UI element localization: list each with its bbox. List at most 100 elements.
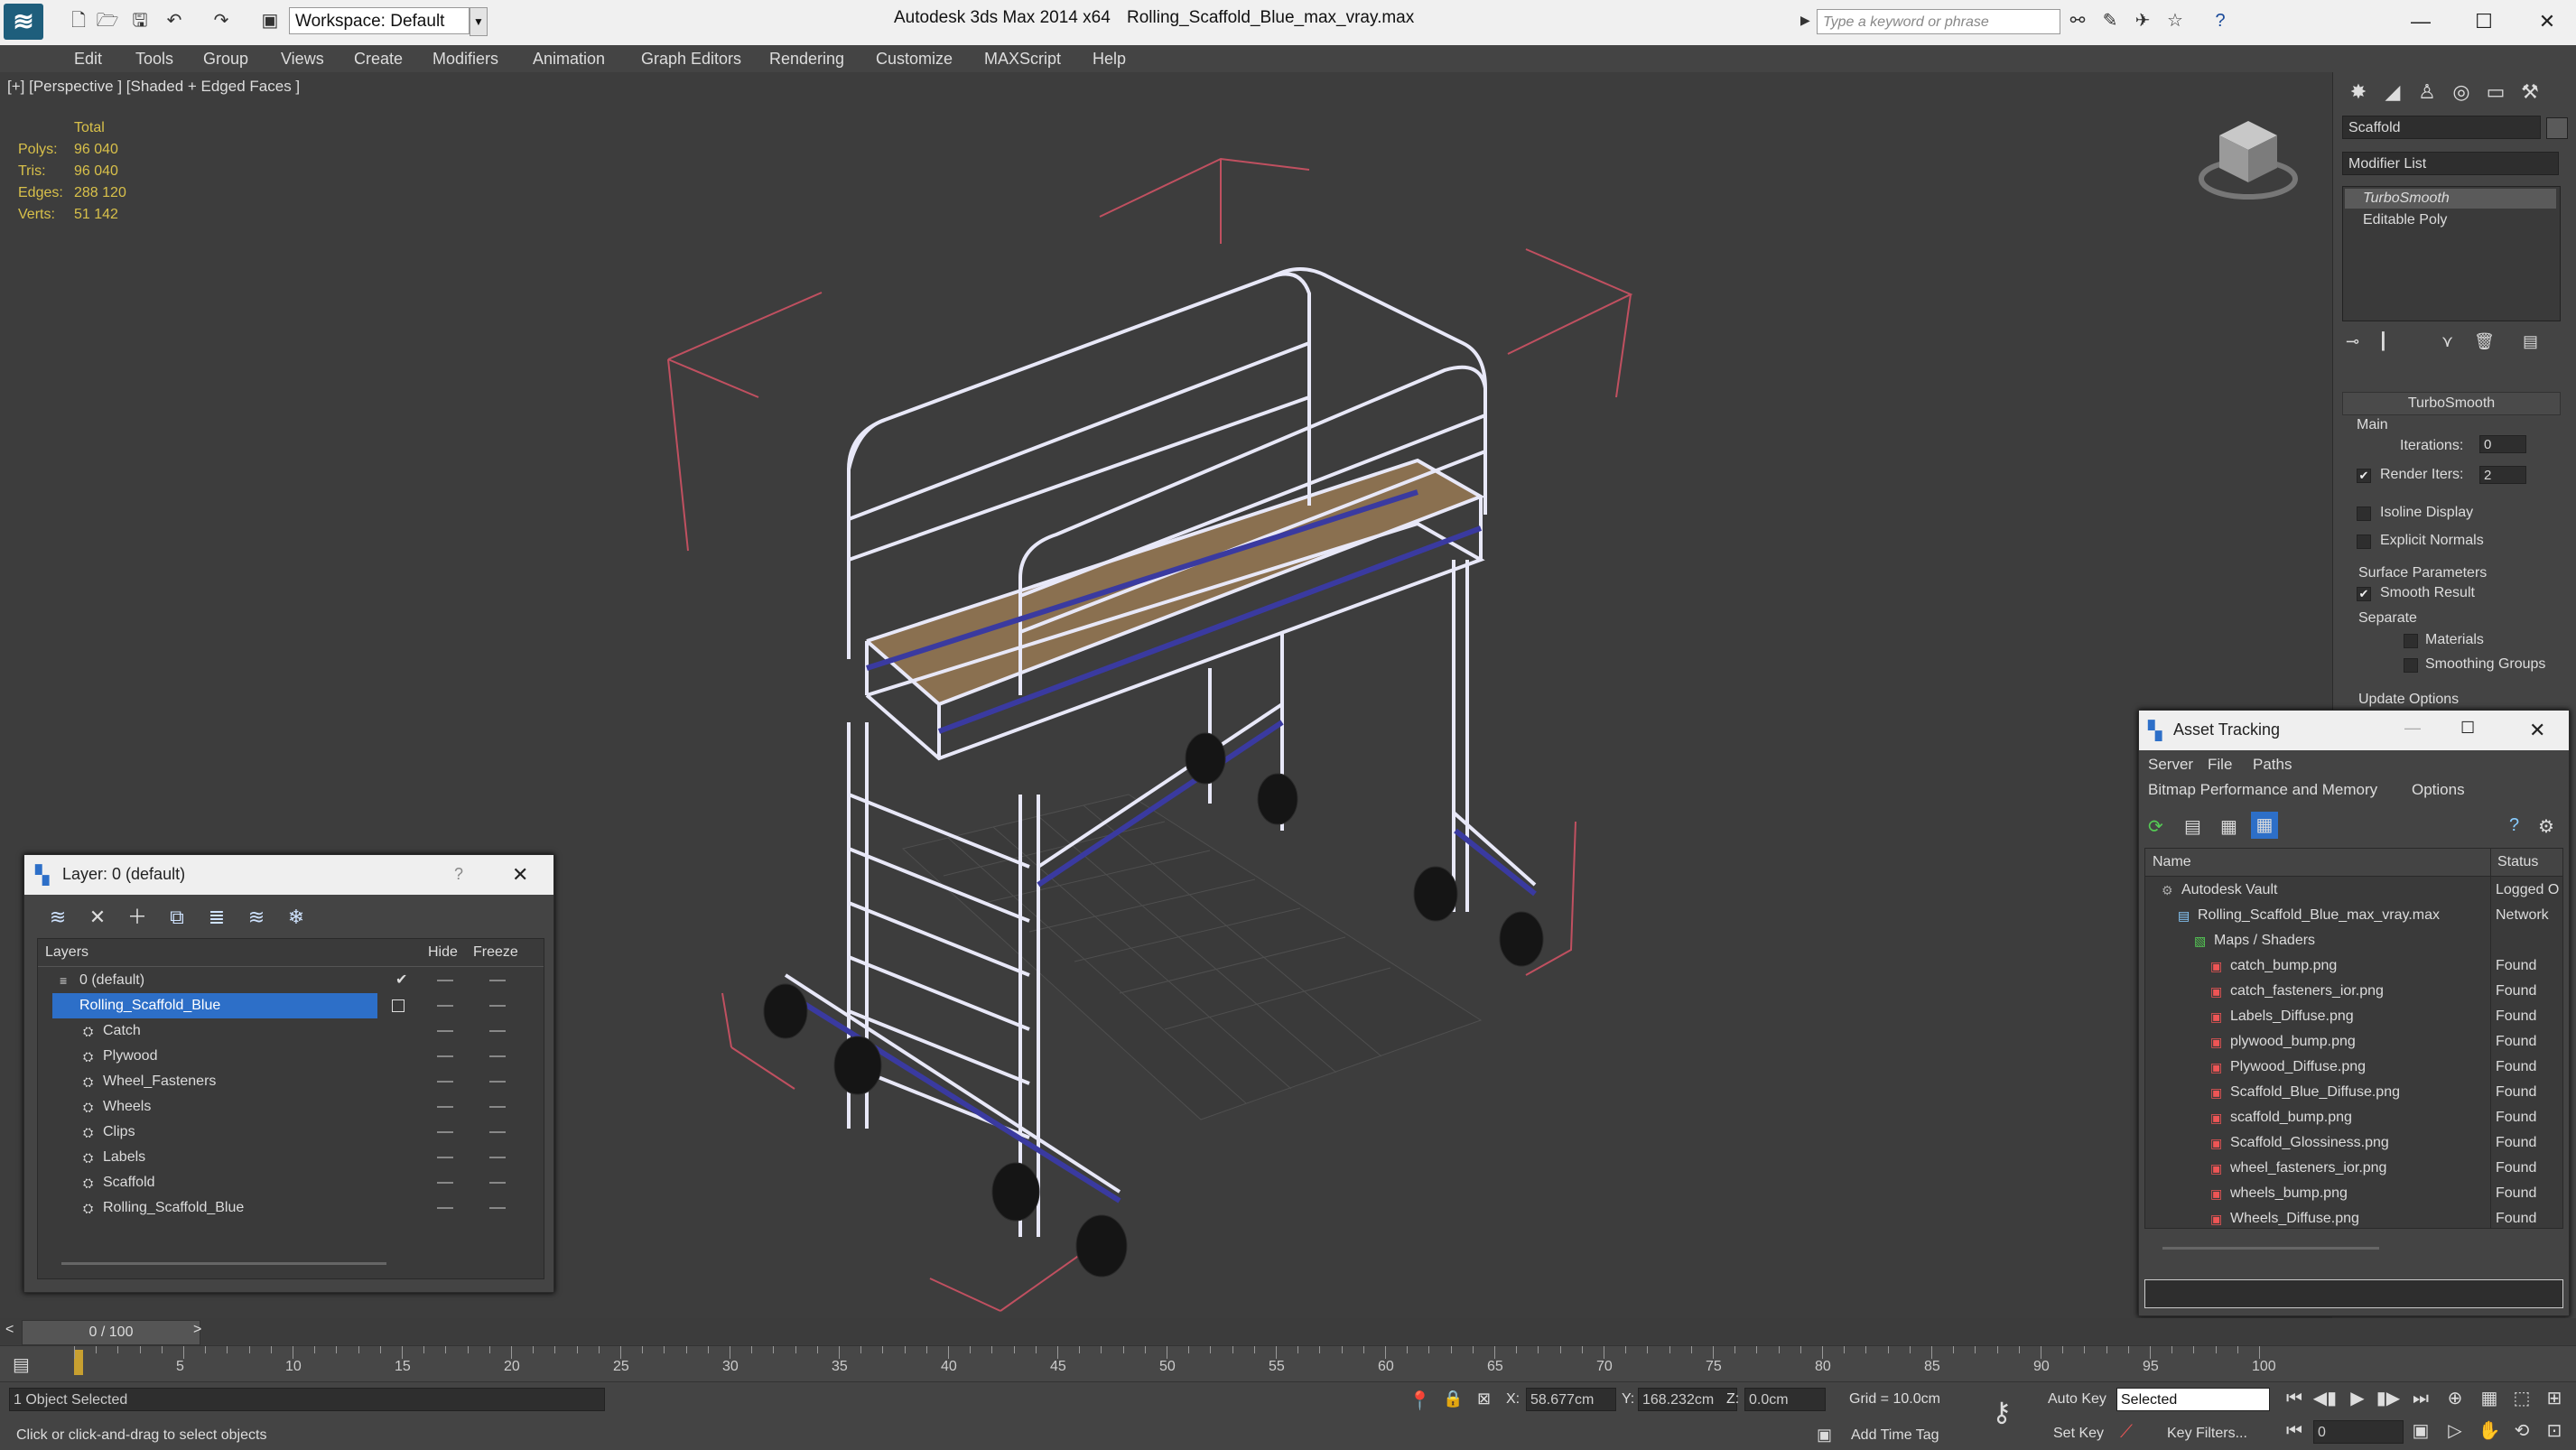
asset-row[interactable]: ▣ Scaffold_Glossiness.png Found bbox=[2145, 1130, 2562, 1156]
mini-curve-editor-icon[interactable]: ▤ bbox=[13, 1353, 30, 1376]
subscription-icon[interactable]: ✎ bbox=[2098, 9, 2122, 33]
iterations-spinner[interactable]: 0 bbox=[2479, 435, 2526, 453]
asset-name[interactable]: plywood_bump.png bbox=[2230, 1029, 2356, 1055]
asset-name[interactable]: Scaffold_Glossiness.png bbox=[2230, 1130, 2389, 1156]
play-icon[interactable]: ▶ bbox=[2344, 1386, 2371, 1411]
pan-icon[interactable]: ✋ bbox=[2476, 1418, 2503, 1444]
turbosmooth-rollout-header[interactable]: TurboSmooth bbox=[2342, 392, 2561, 415]
layer-name[interactable]: Scaffold bbox=[103, 1170, 161, 1195]
layer-row[interactable]: ≡ 0 (default) ✔ bbox=[38, 968, 544, 993]
freeze-toggle[interactable] bbox=[489, 1207, 506, 1209]
layer-row[interactable]: ⛭ Catch bbox=[38, 1018, 544, 1044]
hierarchy-tab-icon[interactable]: ♙ bbox=[2411, 78, 2443, 107]
close-icon[interactable]: ✕ bbox=[512, 863, 528, 887]
help-icon[interactable]: ? bbox=[2509, 815, 2519, 836]
minimize-icon[interactable]: — bbox=[2389, 4, 2452, 40]
layer-row[interactable]: ⛭ Wheels bbox=[38, 1094, 544, 1120]
asset-row[interactable]: ▧ Maps / Shaders bbox=[2145, 928, 2562, 953]
y-coordinate-field[interactable]: 168.232cm bbox=[1638, 1388, 1737, 1411]
maximize-icon[interactable]: ☐ bbox=[2460, 719, 2475, 738]
asset-name[interactable]: scaffold_bump.png bbox=[2230, 1105, 2352, 1130]
project-folder-icon[interactable]: ▣ bbox=[258, 9, 282, 33]
column-freeze[interactable]: Freeze bbox=[473, 944, 518, 961]
search-input[interactable]: Type a keyword or phrase bbox=[1817, 9, 2060, 34]
create-layer-icon[interactable]: ≋ bbox=[42, 902, 73, 933]
layer-name[interactable]: Plywood bbox=[103, 1044, 163, 1069]
table-view-icon[interactable]: ▦ bbox=[2220, 815, 2237, 838]
asset-name[interactable]: Plywood_Diffuse.png bbox=[2230, 1055, 2366, 1080]
key-icon[interactable]: ⚷ bbox=[1992, 1397, 2012, 1428]
hide-toggle[interactable] bbox=[437, 980, 453, 981]
freeze-toggle[interactable] bbox=[489, 1030, 506, 1032]
layer-name[interactable]: Rolling_Scaffold_Blue bbox=[52, 993, 377, 1018]
isolate-icon[interactable]: 📍 bbox=[1409, 1390, 1431, 1412]
materials-checkbox[interactable] bbox=[2404, 634, 2418, 648]
zoom-region-icon[interactable]: ⬚ bbox=[2508, 1386, 2535, 1411]
lock-selection-icon[interactable]: 🔒 bbox=[1443, 1390, 1463, 1408]
create-tab-icon[interactable]: ✸ bbox=[2342, 78, 2375, 107]
layer-name[interactable]: Wheels bbox=[103, 1094, 156, 1120]
menu-server[interactable]: Server bbox=[2148, 756, 2193, 774]
smoothing-groups-checkbox[interactable] bbox=[2404, 658, 2418, 673]
go-to-start-icon[interactable]: ⏮ bbox=[2281, 1386, 2308, 1411]
menu-animation[interactable]: Animation bbox=[533, 45, 605, 72]
asset-row[interactable]: ▣ Labels_Diffuse.png Found bbox=[2145, 1004, 2562, 1029]
menu-options[interactable]: Options bbox=[2412, 781, 2465, 799]
object-name-field[interactable]: Scaffold bbox=[2342, 116, 2541, 139]
isoline-display-checkbox[interactable] bbox=[2357, 507, 2371, 521]
time-config-icon[interactable]: ▣ bbox=[2407, 1418, 2434, 1444]
asset-row[interactable]: ▤ Rolling_Scaffold_Blue_max_vray.max Netwo… bbox=[2145, 903, 2562, 928]
zoom-extents-icon[interactable]: ▦ bbox=[2476, 1386, 2503, 1411]
column-name[interactable]: Name bbox=[2153, 854, 2191, 870]
menu-bitmap-performance[interactable]: Bitmap Performance and Memory bbox=[2148, 781, 2377, 799]
freeze-toggle[interactable] bbox=[489, 1081, 506, 1083]
freeze-toggle[interactable] bbox=[489, 1106, 506, 1108]
next-frame-icon[interactable]: > bbox=[193, 1322, 201, 1338]
asset-row[interactable]: ▣ wheel_fasteners_ior.png Found bbox=[2145, 1156, 2562, 1181]
hide-toggle[interactable] bbox=[437, 1182, 453, 1184]
path-field[interactable] bbox=[2144, 1279, 2563, 1308]
hide-toggle[interactable] bbox=[437, 1207, 453, 1209]
asset-name[interactable]: Maps / Shaders bbox=[2214, 928, 2315, 953]
layer-name[interactable]: Wheel_Fasteners bbox=[103, 1069, 221, 1094]
render-iters-spinner[interactable]: 2 bbox=[2479, 466, 2526, 484]
modify-tab-icon[interactable]: ◢ bbox=[2376, 78, 2409, 107]
z-coordinate-field[interactable]: 0.0cm bbox=[1744, 1388, 1826, 1411]
freeze-toggle[interactable] bbox=[489, 1055, 506, 1057]
asset-row[interactable]: ▣ catch_bump.png Found bbox=[2145, 953, 2562, 979]
minimize-icon[interactable]: — bbox=[2404, 719, 2421, 738]
highlight-layer-icon[interactable]: ≣ bbox=[201, 902, 232, 933]
favorites-icon[interactable]: ☆ bbox=[2163, 9, 2187, 33]
maximize-toggle-icon[interactable]: ⊡ bbox=[2541, 1418, 2568, 1444]
layer-name[interactable]: Labels bbox=[103, 1145, 151, 1170]
pin-stack-icon[interactable]: ⊸ bbox=[2346, 332, 2359, 351]
asset-name[interactable]: Autodesk Vault bbox=[2181, 878, 2277, 903]
asset-name[interactable]: Wheels_Diffuse.png bbox=[2230, 1206, 2359, 1228]
layer-name[interactable]: Catch bbox=[103, 1018, 146, 1044]
previous-frame-icon[interactable]: ◀▮ bbox=[2311, 1386, 2339, 1411]
redo-icon[interactable]: ↷ bbox=[209, 9, 233, 33]
object-color-swatch[interactable] bbox=[2546, 117, 2568, 139]
freeze-toggle[interactable] bbox=[489, 980, 506, 981]
open-file-icon[interactable]: 🗁 bbox=[96, 9, 119, 33]
current-frame-field[interactable]: 0 bbox=[2313, 1420, 2404, 1444]
app-logo-icon[interactable]: ≋ bbox=[4, 4, 43, 40]
menu-file[interactable]: File bbox=[2208, 756, 2232, 774]
asset-row[interactable]: ⚙ Autodesk Vault Logged O bbox=[2145, 878, 2562, 903]
asset-row[interactable]: ▣ Plywood_Diffuse.png Found bbox=[2145, 1055, 2562, 1080]
layer-row[interactable]: ⛭ Labels bbox=[38, 1145, 544, 1170]
asset-row[interactable]: ▣ plywood_bump.png Found bbox=[2145, 1029, 2562, 1055]
column-layers[interactable]: Layers bbox=[45, 944, 88, 961]
modifier-list-dropdown[interactable]: Modifier List bbox=[2342, 152, 2559, 175]
menu-customize[interactable]: Customize bbox=[876, 45, 953, 72]
frame-counter[interactable]: 0 / 100 bbox=[22, 1320, 200, 1345]
hide-toggle[interactable] bbox=[437, 1106, 453, 1108]
layer-row[interactable]: ⛭ Plywood bbox=[38, 1044, 544, 1069]
workspace-dropdown[interactable]: Workspace: Default bbox=[289, 7, 470, 34]
time-slider[interactable]: < 0 / 100 > bbox=[0, 1318, 2576, 1345]
menu-edit[interactable]: Edit bbox=[74, 45, 102, 72]
stack-item-turbosmooth[interactable]: TurboSmooth bbox=[2345, 189, 2556, 209]
freeze-toggle[interactable] bbox=[489, 1182, 506, 1184]
hide-toggle[interactable] bbox=[437, 1081, 453, 1083]
grid-view-icon[interactable]: ▦ bbox=[2251, 812, 2278, 839]
